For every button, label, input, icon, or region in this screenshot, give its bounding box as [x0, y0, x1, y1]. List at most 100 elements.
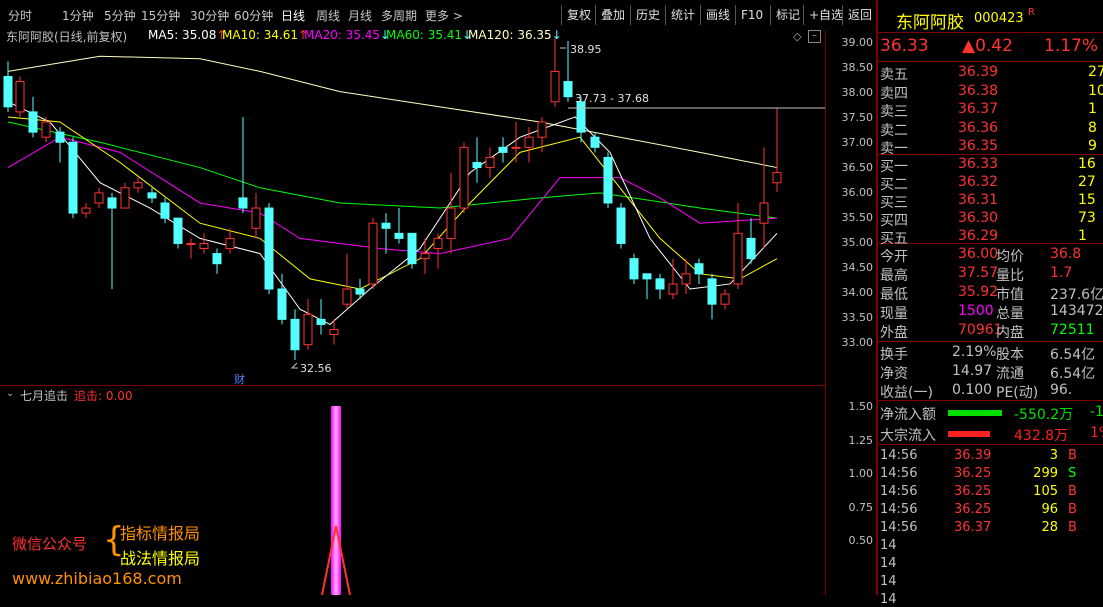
bid-price: 36.30 — [958, 210, 999, 226]
ask-label: 卖四 — [880, 85, 908, 102]
candle-body — [733, 232, 743, 285]
tick-price: 36.25 — [954, 484, 992, 499]
stat-label: 现量 — [880, 306, 908, 322]
candle-body — [264, 207, 274, 290]
stat-label: 最低 — [880, 287, 908, 303]
candle-body — [238, 197, 248, 209]
stat-value: 36.8 — [1050, 246, 1082, 262]
tab-monthly[interactable]: 月线 — [348, 7, 372, 24]
low-annotation: 32.56 — [300, 362, 332, 375]
statistics-button[interactable]: 统计 — [665, 5, 695, 25]
bid-label: 买四 — [880, 213, 908, 229]
ask-volume: 8 — [1088, 119, 1097, 136]
tick-time: 14 — [880, 574, 897, 589]
stat-value: 6.54亿 — [1050, 366, 1096, 382]
stock-name: 东阿阿胶 — [896, 13, 964, 33]
back-button[interactable]: 返回 — [842, 5, 872, 25]
stat-value: 2.19% — [952, 344, 997, 360]
flow-label: 大宗流入 — [880, 428, 936, 444]
candle-body — [381, 222, 391, 229]
history-button[interactable]: 历史 — [630, 5, 660, 25]
stat-value: 96. — [1050, 382, 1073, 398]
add-watchlist-button[interactable]: +自选 — [803, 5, 843, 25]
tab-multi-period[interactable]: 多周期 — [381, 7, 417, 24]
candle-body — [342, 288, 352, 305]
candle-body — [225, 237, 235, 250]
draw-line-button[interactable]: 画线 — [700, 5, 730, 25]
candle-body — [120, 187, 130, 209]
y-tick: 38.00 — [841, 86, 874, 99]
mark-button[interactable]: 标记 — [770, 5, 800, 25]
y-tick: 38.50 — [841, 61, 874, 74]
bid-label: 买三 — [880, 195, 908, 211]
stat-label: 股本 — [996, 347, 1024, 363]
bid-volume: 15 — [1078, 192, 1096, 208]
stat-value: 37.57 — [958, 265, 999, 281]
candle-body — [772, 172, 782, 184]
indicator-signal-svg — [321, 406, 351, 595]
bid-volume: 16 — [1078, 156, 1096, 172]
tick-time: 14:56 — [880, 484, 918, 499]
tick-side: S — [1068, 466, 1077, 481]
tab-30min[interactable]: 30分钟 — [190, 7, 229, 24]
sub-y-tick: 1.00 — [848, 467, 874, 480]
fuquan-button[interactable]: 复权 — [561, 5, 591, 25]
tab-5min[interactable]: 5分钟 — [104, 7, 136, 24]
candle-body — [511, 146, 521, 149]
ask-price: 36.38 — [958, 82, 999, 99]
watermark-line2: 战法情报局 — [120, 549, 201, 568]
sub-y-tick: 1.25 — [848, 434, 874, 447]
stat-label: 最高 — [880, 268, 908, 284]
tab-daily[interactable]: 日线 — [281, 7, 305, 24]
candle-body — [524, 136, 534, 148]
candle-body — [55, 131, 65, 143]
overlay-button[interactable]: 叠加 — [595, 5, 625, 25]
stat-label: 净资 — [880, 366, 908, 382]
tab-more[interactable]: 更多 > — [425, 7, 463, 24]
candle-body — [394, 232, 404, 239]
candle-body — [94, 192, 104, 204]
period-toolbar: 分时 1分钟 5分钟 15分钟 30分钟 60分钟 日线 周线 月线 多周期 更… — [0, 0, 876, 30]
f10-button[interactable]: F10 — [735, 5, 763, 25]
stat-value: 237.6亿 — [1050, 287, 1103, 303]
y-tick: 35.00 — [841, 236, 874, 249]
bid-label: 买二 — [880, 177, 908, 193]
candle-body — [199, 242, 209, 250]
bid-price: 36.31 — [958, 192, 999, 208]
tick-time: 14:56 — [880, 502, 918, 517]
y-tick: 34.50 — [841, 261, 874, 274]
bid-volume: 27 — [1078, 174, 1096, 190]
bid-price: 36.33 — [958, 156, 999, 172]
tab-60min[interactable]: 60分钟 — [234, 7, 273, 24]
candle-body — [68, 141, 78, 214]
ask-volume: 9 — [1088, 138, 1097, 154]
candle-body — [707, 278, 717, 305]
low-marker-line — [290, 362, 298, 369]
tick-time: 14 — [880, 538, 897, 553]
rzrq-flag: R — [1028, 7, 1035, 18]
tab-fenshi[interactable]: 分时 — [8, 7, 32, 24]
tab-weekly[interactable]: 周线 — [316, 7, 340, 24]
candle-body — [355, 288, 365, 295]
quote-panel: 东阿阿胶 000423 R 36.33 ▲0.42 1.17% 卖五 36.39 2… — [876, 0, 1103, 607]
candle-body — [694, 263, 704, 275]
tab-15min[interactable]: 15分钟 — [141, 7, 180, 24]
tick-price: 36.39 — [954, 448, 992, 463]
candle-body — [746, 237, 756, 260]
stat-label: 量比 — [996, 268, 1024, 284]
ask-price: 36.36 — [958, 119, 999, 136]
tab-1min[interactable]: 1分钟 — [62, 7, 94, 24]
flow-value: 432.8万 — [1014, 428, 1069, 444]
candle-body — [681, 273, 691, 285]
flow-label: 净流入额 — [880, 407, 936, 423]
financial-report-marker[interactable]: 财 — [234, 371, 245, 387]
candle-body — [720, 293, 730, 305]
tick-volume: 3 — [1049, 448, 1058, 463]
stat-label: 外盘 — [880, 325, 908, 341]
candle-body — [563, 81, 573, 98]
chevron-down-icon[interactable]: ⌄ — [6, 388, 14, 399]
y-tick: 33.50 — [841, 311, 874, 324]
indicator-name[interactable]: 七月追击 — [20, 387, 68, 404]
sub-y-tick: 0.50 — [848, 534, 874, 547]
tick-side: B — [1068, 520, 1077, 535]
